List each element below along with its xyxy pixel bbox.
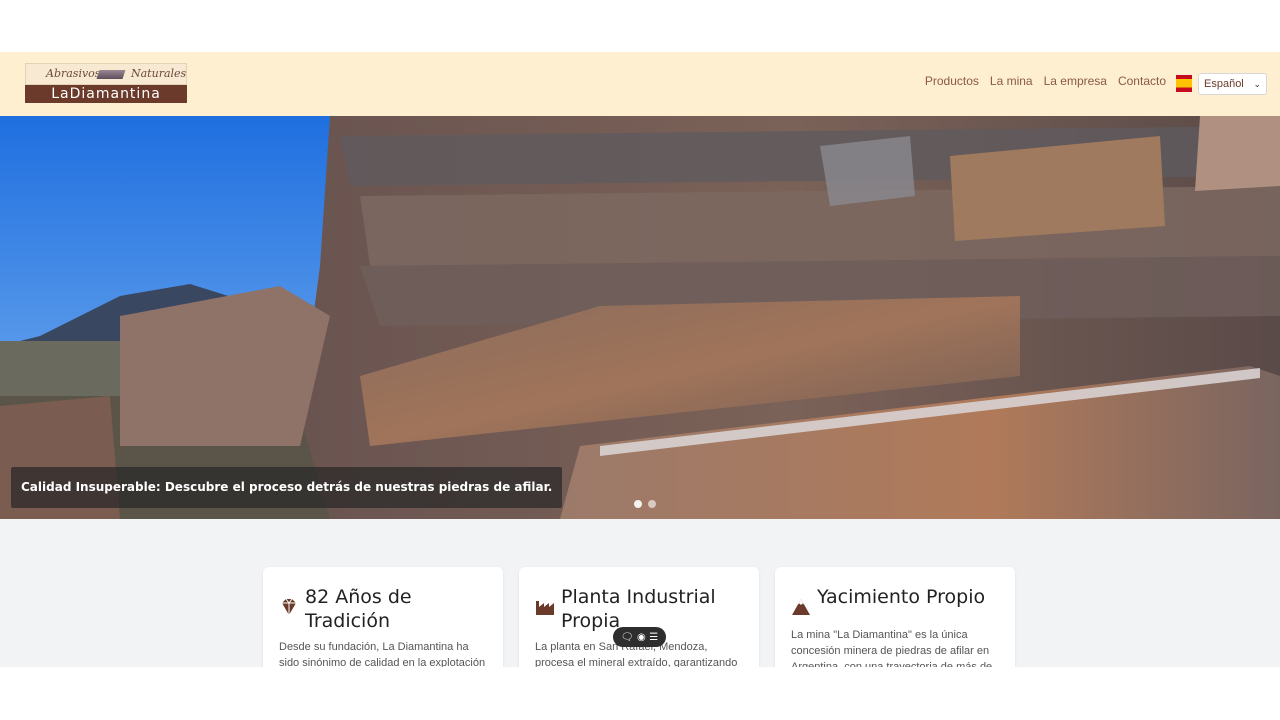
logo-stone-graphic — [96, 70, 126, 79]
carousel-dot-1[interactable] — [634, 500, 642, 508]
feature-card-title: Yacimiento Propio — [817, 586, 986, 608]
nav-link-contacto[interactable]: Contacto — [1118, 74, 1166, 88]
feature-card-text: Desde su fundación, La Diamantina ha sid… — [279, 641, 486, 667]
site-logo[interactable]: Abrasivos Naturales LaDiamantina — [25, 63, 187, 103]
logo-script-right: Naturales — [131, 67, 187, 80]
hero-image — [0, 116, 1280, 519]
site-header: Abrasivos Naturales LaDiamantina Product… — [0, 52, 1280, 116]
carousel-indicators — [634, 500, 656, 508]
chevron-down-icon: ⌄ — [1253, 79, 1261, 89]
mountain-icon — [792, 599, 810, 615]
chat-bubble-icon[interactable]: 🗨 — [621, 632, 634, 643]
feature-card-planta: Planta Industrial Propia La planta en Sa… — [519, 567, 759, 667]
feature-card-yacimiento: Yacimiento Propio La mina "La Diamantina… — [775, 567, 1015, 667]
floating-toolbar: 🗨 ◉ ☰ — [613, 627, 666, 647]
page: Abrasivos Naturales LaDiamantina Product… — [0, 52, 1280, 667]
feature-card-text: La mina "La Diamantina" es la única conc… — [791, 629, 993, 667]
factory-icon — [536, 601, 554, 615]
nav-link-la-empresa[interactable]: La empresa — [1044, 74, 1107, 88]
feature-card-tradicion: 82 Años de Tradición Desde su fundación,… — [263, 567, 503, 667]
feature-card-title: 82 Años de Tradición — [305, 586, 412, 632]
language-select[interactable]: Español ⌄ — [1198, 73, 1267, 95]
logo-banner: Abrasivos Naturales — [25, 63, 187, 85]
gem-icon — [282, 598, 296, 615]
menu-icon[interactable]: ☰ — [649, 632, 658, 643]
feature-card-title: Planta Industrial Propia — [561, 586, 716, 632]
carousel-dot-2[interactable] — [648, 500, 656, 508]
eye-icon[interactable]: ◉ — [637, 632, 646, 643]
hero-caption: Calidad Insuperable: Descubre el proceso… — [11, 467, 563, 508]
logo-script-left: Abrasivos — [46, 67, 101, 80]
logo-wordmark: LaDiamantina — [25, 85, 187, 103]
main-nav: Productos La mina La empresa Contacto — [925, 74, 1166, 88]
hero-carousel[interactable]: Calidad Insuperable: Descubre el proceso… — [0, 116, 1280, 519]
language-selected-value: Español — [1204, 78, 1244, 90]
nav-link-la-mina[interactable]: La mina — [990, 74, 1033, 88]
nav-link-productos[interactable]: Productos — [925, 74, 979, 88]
spain-flag-icon — [1176, 75, 1192, 92]
